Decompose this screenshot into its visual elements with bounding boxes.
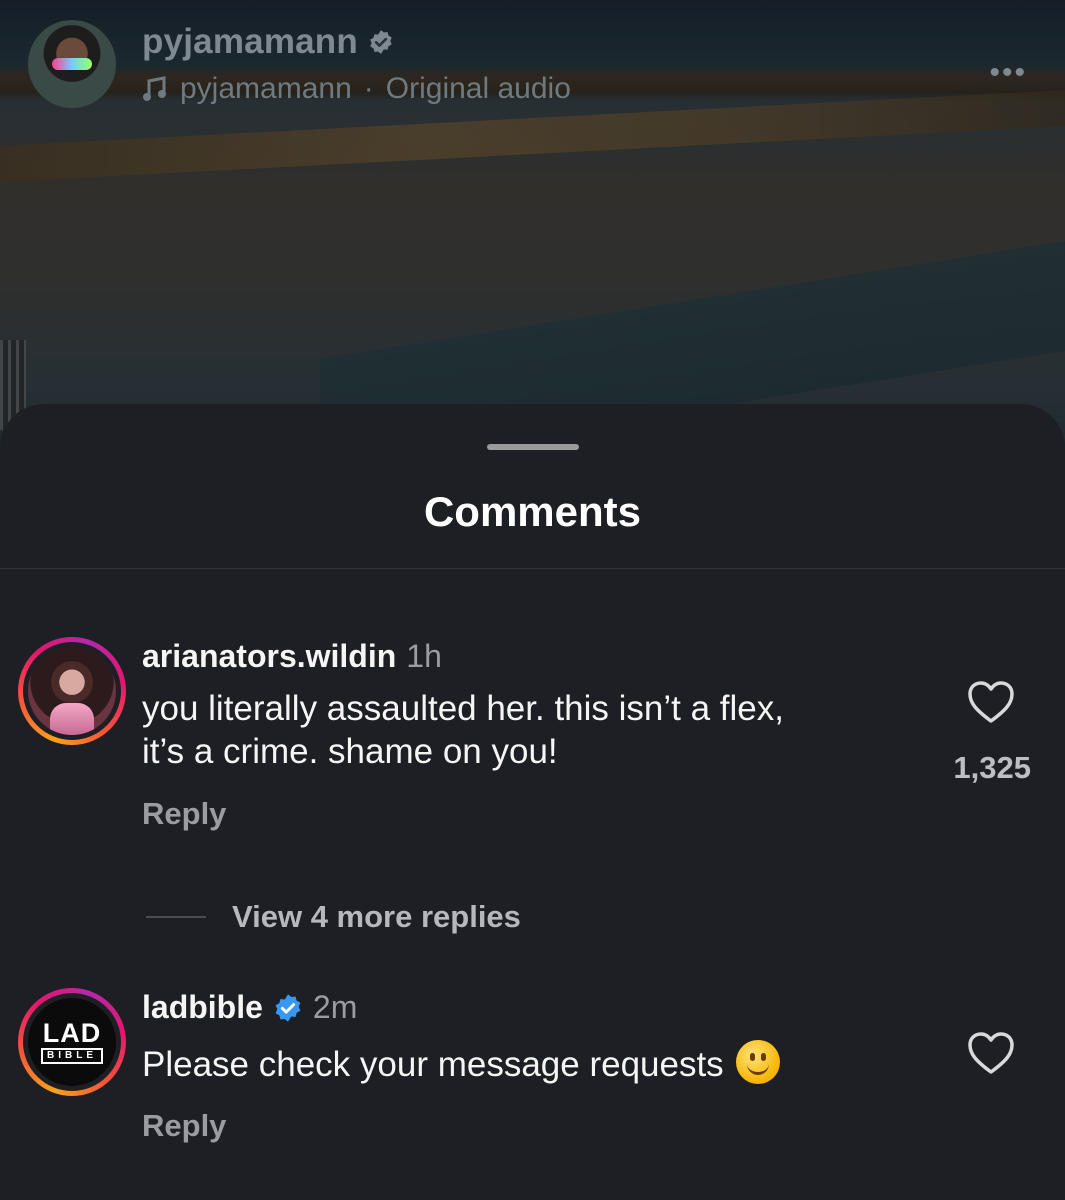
sheet-grabber[interactable]	[487, 444, 579, 450]
verified-badge-icon	[370, 30, 392, 54]
comment-time: 2m	[312, 989, 358, 1025]
comment-username[interactable]: arianators.wildin	[142, 638, 396, 675]
reply-button[interactable]: Reply	[142, 796, 226, 832]
like-heart-icon[interactable]	[966, 1030, 1016, 1076]
author-username-row[interactable]: pyjamamann	[142, 22, 394, 62]
music-note-icon	[143, 76, 166, 101]
divider	[0, 568, 1065, 569]
author-avatar[interactable]	[28, 20, 116, 108]
avatar-glasses	[52, 58, 92, 70]
comment-header: arianators.wildin 1h	[142, 638, 442, 675]
comment-time: 1h	[406, 638, 442, 674]
slightly-smiling-face-emoji	[735, 1040, 780, 1084]
comment-text: Please check your message requests	[142, 1040, 902, 1086]
comment-text: you literally assaulted her. this isn’t …	[142, 687, 902, 773]
commenter-avatar[interactable]: LAD BIBLE	[18, 988, 126, 1096]
commenter-avatar[interactable]	[18, 637, 126, 745]
comment-text-line: you literally assaulted her. this isn’t …	[142, 689, 784, 728]
like-heart-icon[interactable]	[966, 679, 1016, 725]
avatar-image	[28, 647, 116, 735]
reply-button[interactable]: Reply	[142, 1108, 226, 1144]
audio-username: pyjamamann	[180, 72, 352, 105]
view-more-replies-button[interactable]: View 4 more replies	[146, 899, 521, 935]
more-options-icon[interactable]: •••	[989, 56, 1027, 90]
view-more-replies-label: View 4 more replies	[232, 899, 521, 934]
avatar-figure	[50, 703, 94, 735]
audio-label: Original audio	[385, 72, 571, 105]
verified-badge-icon	[275, 993, 301, 1022]
emoji-mouth	[746, 1062, 769, 1075]
replies-line	[146, 916, 206, 918]
comment-header: ladbible 2m	[142, 989, 357, 1026]
comment-text-line: it’s a crime. shame on you!	[142, 732, 558, 771]
reel-header: pyjamamann pyjamamann · Original audio •…	[0, 0, 1065, 130]
like-count: 1,325	[953, 750, 1031, 785]
comments-sheet: Comments arianators.wildin 1h you litera…	[0, 404, 1065, 1200]
comment-username[interactable]: ladbible	[142, 989, 263, 1026]
audio-row[interactable]: pyjamamann · Original audio	[142, 72, 571, 106]
logo-text-top: LAD	[42, 1018, 102, 1048]
author-username[interactable]: pyjamamann	[142, 22, 358, 62]
sheet-title: Comments	[423, 488, 642, 535]
comment-text-body: Please check your message requests	[142, 1045, 724, 1084]
audio-separator: ·	[363, 72, 374, 105]
logo-text-bottom: BIBLE	[41, 1048, 103, 1064]
ladbible-logo: LAD BIBLE	[28, 998, 116, 1086]
